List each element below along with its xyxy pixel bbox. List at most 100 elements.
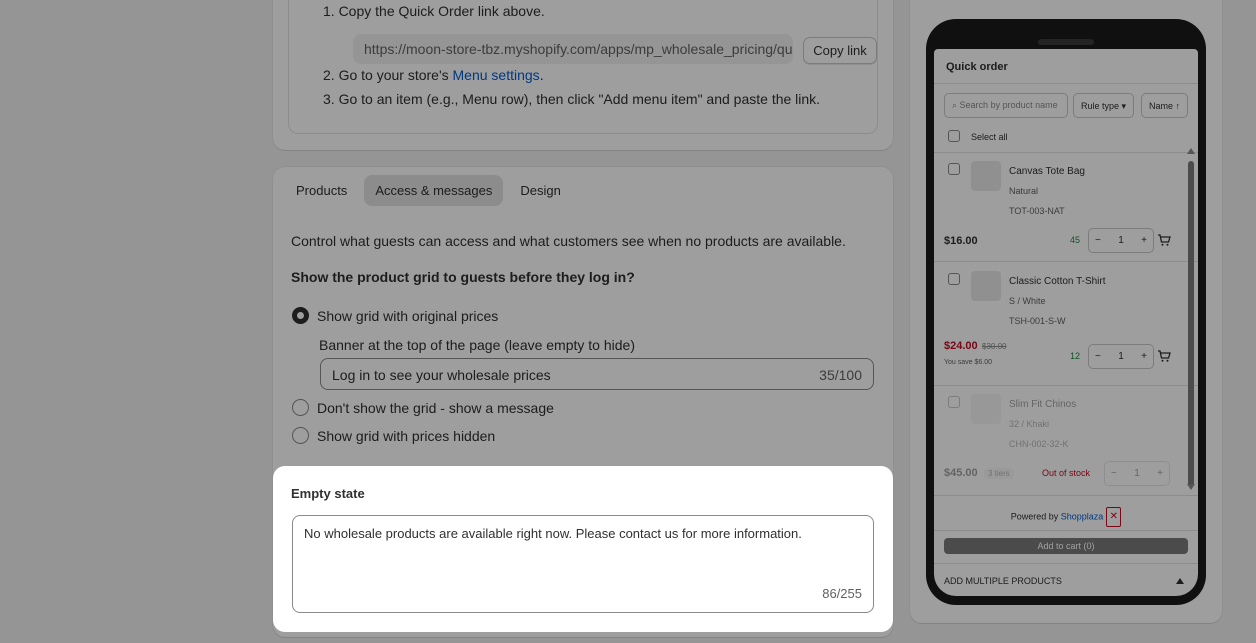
tab-access-messages[interactable]: Access & messages bbox=[364, 175, 504, 206]
radio-checked-icon[interactable] bbox=[292, 307, 309, 324]
step-2-text: 2. Go to your store's bbox=[323, 67, 453, 83]
cart-icon[interactable] bbox=[1157, 233, 1171, 247]
divider bbox=[934, 495, 1198, 496]
chevron-down-icon: ▾ bbox=[1121, 101, 1127, 111]
select-all-label: Select all bbox=[971, 132, 1008, 142]
step-1: 1. Copy the Quick Order link above. bbox=[323, 3, 545, 19]
copy-link-button[interactable]: Copy link bbox=[803, 37, 877, 64]
divider bbox=[934, 530, 1198, 531]
banner-label: Banner at the top of the page (leave emp… bbox=[319, 337, 635, 353]
empty-state-card: Empty state No wholesale products are av… bbox=[273, 466, 893, 632]
phone-frame: Quick order ⌕ Search by product name Rul… bbox=[926, 19, 1206, 605]
quantity-stepper[interactable]: − 1 + bbox=[1088, 344, 1154, 369]
product-sku: CHN-002-32-K bbox=[1009, 439, 1069, 449]
powered-by: Powered by Shopplaza ✕ bbox=[934, 507, 1198, 527]
radio-unchecked-icon[interactable] bbox=[292, 399, 309, 416]
divider bbox=[934, 385, 1198, 386]
product-name: Canvas Tote Bag bbox=[1009, 166, 1085, 177]
rule-type-label: Rule type bbox=[1081, 101, 1120, 111]
scroll-up-icon[interactable] bbox=[1187, 147, 1195, 155]
quantity-value: 1 bbox=[1134, 468, 1140, 479]
product-checkbox[interactable] bbox=[948, 163, 960, 175]
minus-icon[interactable]: − bbox=[1095, 351, 1101, 362]
tab-products[interactable]: Products bbox=[285, 175, 358, 206]
empty-state-textarea[interactable]: No wholesale products are available righ… bbox=[292, 515, 874, 613]
product-checkbox bbox=[948, 396, 960, 408]
quantity-value: 1 bbox=[1118, 351, 1124, 362]
product-thumbnail bbox=[971, 271, 1001, 301]
product-name: Slim Fit Chinos bbox=[1009, 399, 1077, 410]
preview-card: Quick order ⌕ Search by product name Rul… bbox=[910, 0, 1222, 623]
banner-char-count: 35/100 bbox=[819, 367, 862, 383]
brand-link[interactable]: Shopplaza bbox=[1061, 511, 1104, 521]
product-checkbox[interactable] bbox=[948, 273, 960, 285]
radio-unchecked-icon[interactable] bbox=[292, 427, 309, 444]
plus-icon[interactable]: + bbox=[1141, 351, 1147, 362]
banner-input[interactable]: Log in to see your wholesale prices 35/1… bbox=[320, 358, 874, 390]
plus-icon: + bbox=[1157, 468, 1163, 479]
phone-screen: Quick order ⌕ Search by product name Rul… bbox=[934, 49, 1198, 596]
add-to-cart-button[interactable]: Add to cart (0) bbox=[944, 538, 1188, 554]
sort-button[interactable]: Name ↑ bbox=[1141, 93, 1189, 118]
minus-icon[interactable]: − bbox=[1095, 235, 1101, 246]
radio-show-original-prices[interactable]: Show grid with original prices bbox=[292, 307, 498, 324]
close-icon[interactable]: ✕ bbox=[1106, 507, 1122, 527]
product-thumbnail bbox=[971, 394, 1001, 424]
empty-state-char-count: 86/255 bbox=[822, 586, 862, 601]
chevron-up-icon[interactable] bbox=[1176, 578, 1184, 585]
compare-price: $30.00 bbox=[982, 342, 1007, 351]
phone-notch bbox=[1038, 39, 1094, 45]
radio-show-message[interactable]: Don't show the grid - show a message bbox=[292, 399, 554, 416]
sale-price: $24.00 bbox=[944, 340, 978, 352]
menu-settings-link[interactable]: Menu settings bbox=[453, 67, 540, 83]
product-sku: TSH-001-S-W bbox=[1009, 316, 1066, 326]
product-name: Classic Cotton T-Shirt bbox=[1009, 276, 1106, 287]
product-variant: 32 / Khaki bbox=[1009, 419, 1050, 429]
banner-value: Log in to see your wholesale prices bbox=[332, 367, 551, 383]
powered-by-text: Powered by bbox=[1010, 511, 1059, 522]
step-2: 2. Go to your store's Menu settings. bbox=[323, 67, 544, 83]
scroll-down-icon[interactable] bbox=[1187, 483, 1195, 491]
product-variant: S / White bbox=[1009, 296, 1046, 306]
step-3: 3. Go to an item (e.g., Menu row), then … bbox=[323, 91, 821, 107]
link-instructions-box: 1. Copy the Quick Order link above. http… bbox=[288, 0, 878, 134]
cart-icon[interactable] bbox=[1157, 349, 1171, 363]
select-all-checkbox[interactable] bbox=[948, 130, 960, 142]
radio-label: Show grid with prices hidden bbox=[317, 427, 496, 444]
guest-grid-question: Show the product grid to guests before t… bbox=[291, 269, 635, 285]
scroll-thumb[interactable] bbox=[1188, 161, 1194, 487]
stock-count: 12 bbox=[1070, 351, 1081, 361]
preview-search-input[interactable]: ⌕ Search by product name bbox=[944, 93, 1068, 118]
tab-design[interactable]: Design bbox=[509, 175, 571, 206]
product-price: $16.00 bbox=[944, 235, 978, 247]
divider bbox=[934, 83, 1198, 84]
divider bbox=[934, 563, 1198, 564]
plus-icon[interactable]: + bbox=[1141, 235, 1147, 246]
step-2-suffix: . bbox=[539, 67, 544, 83]
add-multiple-products-toggle[interactable]: ADD MULTIPLE PRODUCTS bbox=[944, 576, 1062, 586]
radio-label: Don't show the grid - show a message bbox=[317, 399, 554, 416]
quick-order-link-card: 1. Copy the Quick Order link above. http… bbox=[273, 0, 893, 150]
rule-type-dropdown[interactable]: Rule type ▾ bbox=[1073, 93, 1135, 118]
empty-state-value: No wholesale products are available righ… bbox=[304, 526, 802, 541]
search-placeholder: Search by product name bbox=[959, 100, 1058, 110]
radio-label: Show grid with original prices bbox=[317, 307, 499, 324]
product-thumbnail bbox=[971, 161, 1001, 191]
radio-prices-hidden[interactable]: Show grid with prices hidden bbox=[292, 427, 495, 444]
divider bbox=[934, 152, 1198, 153]
preview-title: Quick order bbox=[946, 61, 1008, 73]
minus-icon: − bbox=[1111, 468, 1117, 479]
quantity-stepper[interactable]: − 1 + bbox=[1088, 228, 1154, 253]
product-price: $45.00 bbox=[944, 467, 978, 479]
access-description: Control what guests can access and what … bbox=[291, 233, 846, 249]
quantity-stepper: − 1 + bbox=[1104, 461, 1170, 486]
tiers-badge: 3 tiers bbox=[984, 468, 1014, 479]
savings-text: You save $6.00 bbox=[944, 359, 993, 366]
quantity-value: 1 bbox=[1118, 235, 1124, 246]
product-sku: TOT-003-NAT bbox=[1009, 206, 1065, 216]
stock-count: 45 bbox=[1070, 235, 1081, 245]
quick-order-url-field[interactable]: https://moon-store-tbz.myshopify.com/app… bbox=[353, 34, 793, 64]
settings-tabs: Products Access & messages Design bbox=[285, 175, 572, 206]
product-variant: Natural bbox=[1009, 186, 1039, 196]
preview-scrollbar[interactable] bbox=[1187, 147, 1195, 490]
